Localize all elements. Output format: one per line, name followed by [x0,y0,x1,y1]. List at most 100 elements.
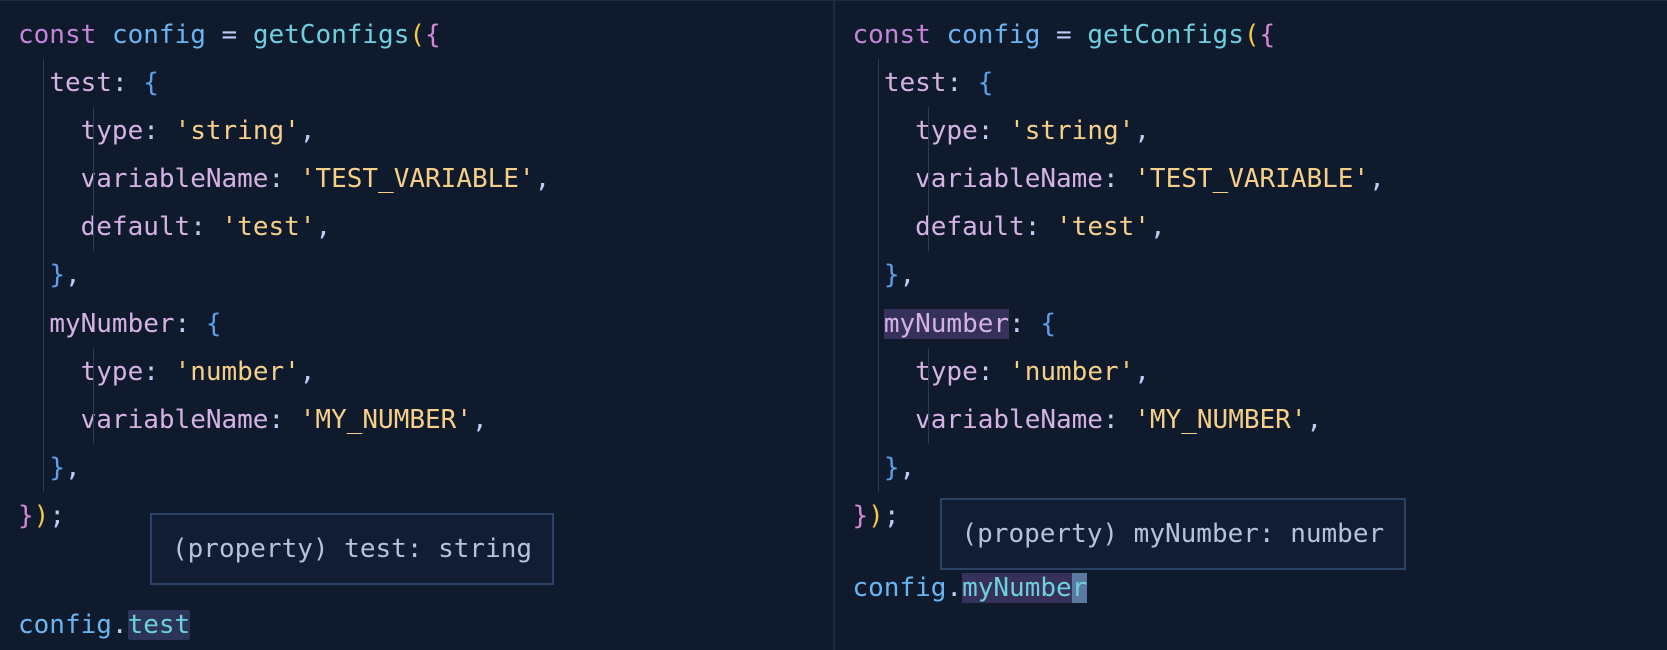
keyword-const: const [18,20,96,50]
identifier-config: config [946,20,1040,50]
colon: : [978,116,1009,146]
comma: , [472,405,488,435]
prop-variablename: variableName [81,164,269,194]
colon: : [175,309,206,339]
code-line[interactable]: type: 'string', [853,107,1667,155]
code-line[interactable]: }, [18,444,833,492]
prop-default: default [81,212,191,242]
paren-open: ( [1244,20,1260,50]
comma: , [1150,212,1166,242]
paren-close: ) [34,501,50,531]
brace-open: { [1260,20,1276,50]
colon: : [112,68,143,98]
code-line[interactable]: variableName: 'TEST_VARIABLE', [853,155,1667,203]
brace-close: } [49,453,65,483]
prop-test: test [884,68,947,98]
editor-pane-left[interactable]: const config = getConfigs({ test: { type… [0,0,835,650]
equals: = [1040,20,1087,50]
brace-close: } [884,260,900,290]
code-line[interactable]: type: 'number', [853,348,1667,396]
string-literal: 'TEST_VARIABLE' [300,164,535,194]
comma: , [1306,405,1322,435]
code-line[interactable]: const config = getConfigs({ [853,11,1667,59]
dot: . [112,610,128,640]
colon: : [946,68,977,98]
identifier-config: config [112,20,206,50]
prop-variablename: variableName [81,405,269,435]
type-hint-tooltip: (property) test: string [150,513,554,585]
prop-type: type [915,357,978,387]
code-line[interactable]: test: { [853,59,1667,107]
identifier-config: config [853,573,947,603]
editor-pane-right[interactable]: const config = getConfigs({ test: { type… [835,0,1667,650]
code-line[interactable]: const config = getConfigs({ [18,11,833,59]
code-line[interactable]: }, [853,444,1667,492]
equals: = [206,20,253,50]
keyword-const: const [853,20,931,50]
identifier-config: config [18,610,112,640]
comma: , [899,260,915,290]
code-line[interactable]: type: 'number', [18,348,833,396]
prop-variablename: variableName [915,405,1103,435]
colon: : [143,357,174,387]
comma: , [535,164,551,194]
semicolon: ; [884,501,900,531]
string-literal: 'test' [1056,212,1150,242]
prop-access-test: test [128,610,191,640]
string-literal: 'number' [175,357,300,387]
paren-close: ) [868,501,884,531]
code-line[interactable]: default: 'test', [853,203,1667,251]
code-line[interactable]: variableName: 'TEST_VARIABLE', [18,155,833,203]
code-line[interactable]: variableName: 'MY_NUMBER', [853,396,1667,444]
prop-access-prefix: myNumbe [962,573,1072,603]
code-line[interactable]: myNumber: { [853,300,1667,348]
string-literal: 'TEST_VARIABLE' [1134,164,1369,194]
colon: : [1009,309,1040,339]
prop-mynumber: myNumber [49,309,174,339]
code-line[interactable]: type: 'string', [18,107,833,155]
string-literal: 'number' [1009,357,1134,387]
comma: , [65,453,81,483]
colon: : [268,164,299,194]
comma: , [1134,357,1150,387]
prop-type: type [81,116,144,146]
code-line[interactable]: default: 'test', [18,203,833,251]
comma: , [300,116,316,146]
brace-open: { [206,309,222,339]
editor-container: const config = getConfigs({ test: { type… [0,0,1667,650]
brace-close: } [884,453,900,483]
comma: , [315,212,331,242]
code-line[interactable]: test: { [18,59,833,107]
code-line-expr[interactable]: config.myNumber [853,564,1088,612]
dot: . [946,573,962,603]
prop-mynumber: myNumber [884,309,1009,339]
brace-close: } [49,260,65,290]
code-line[interactable]: variableName: 'MY_NUMBER', [18,396,833,444]
prop-variablename: variableName [915,164,1103,194]
brace-open: { [1040,309,1056,339]
prop-type: type [915,116,978,146]
colon: : [1103,405,1134,435]
colon: : [978,357,1009,387]
string-literal: 'test' [222,212,316,242]
semicolon: ; [49,501,65,531]
prop-access-mynumber: myNumber [962,573,1087,603]
brace-close: } [853,501,869,531]
prop-default: default [915,212,1025,242]
comma: , [65,260,81,290]
code-line[interactable]: }, [18,251,833,299]
string-literal: 'MY_NUMBER' [1134,405,1306,435]
colon: : [1025,212,1056,242]
code-line[interactable]: }, [853,251,1667,299]
comma: , [899,453,915,483]
code-line-expr[interactable]: config.test [18,601,190,649]
comma: , [1134,116,1150,146]
type-hint-tooltip: (property) myNumber: number [940,498,1407,570]
colon: : [1103,164,1134,194]
string-literal: 'string' [175,116,300,146]
colon: : [143,116,174,146]
string-literal: 'MY_NUMBER' [300,405,472,435]
code-line[interactable]: myNumber: { [18,300,833,348]
comma: , [300,357,316,387]
brace-close: } [18,501,34,531]
